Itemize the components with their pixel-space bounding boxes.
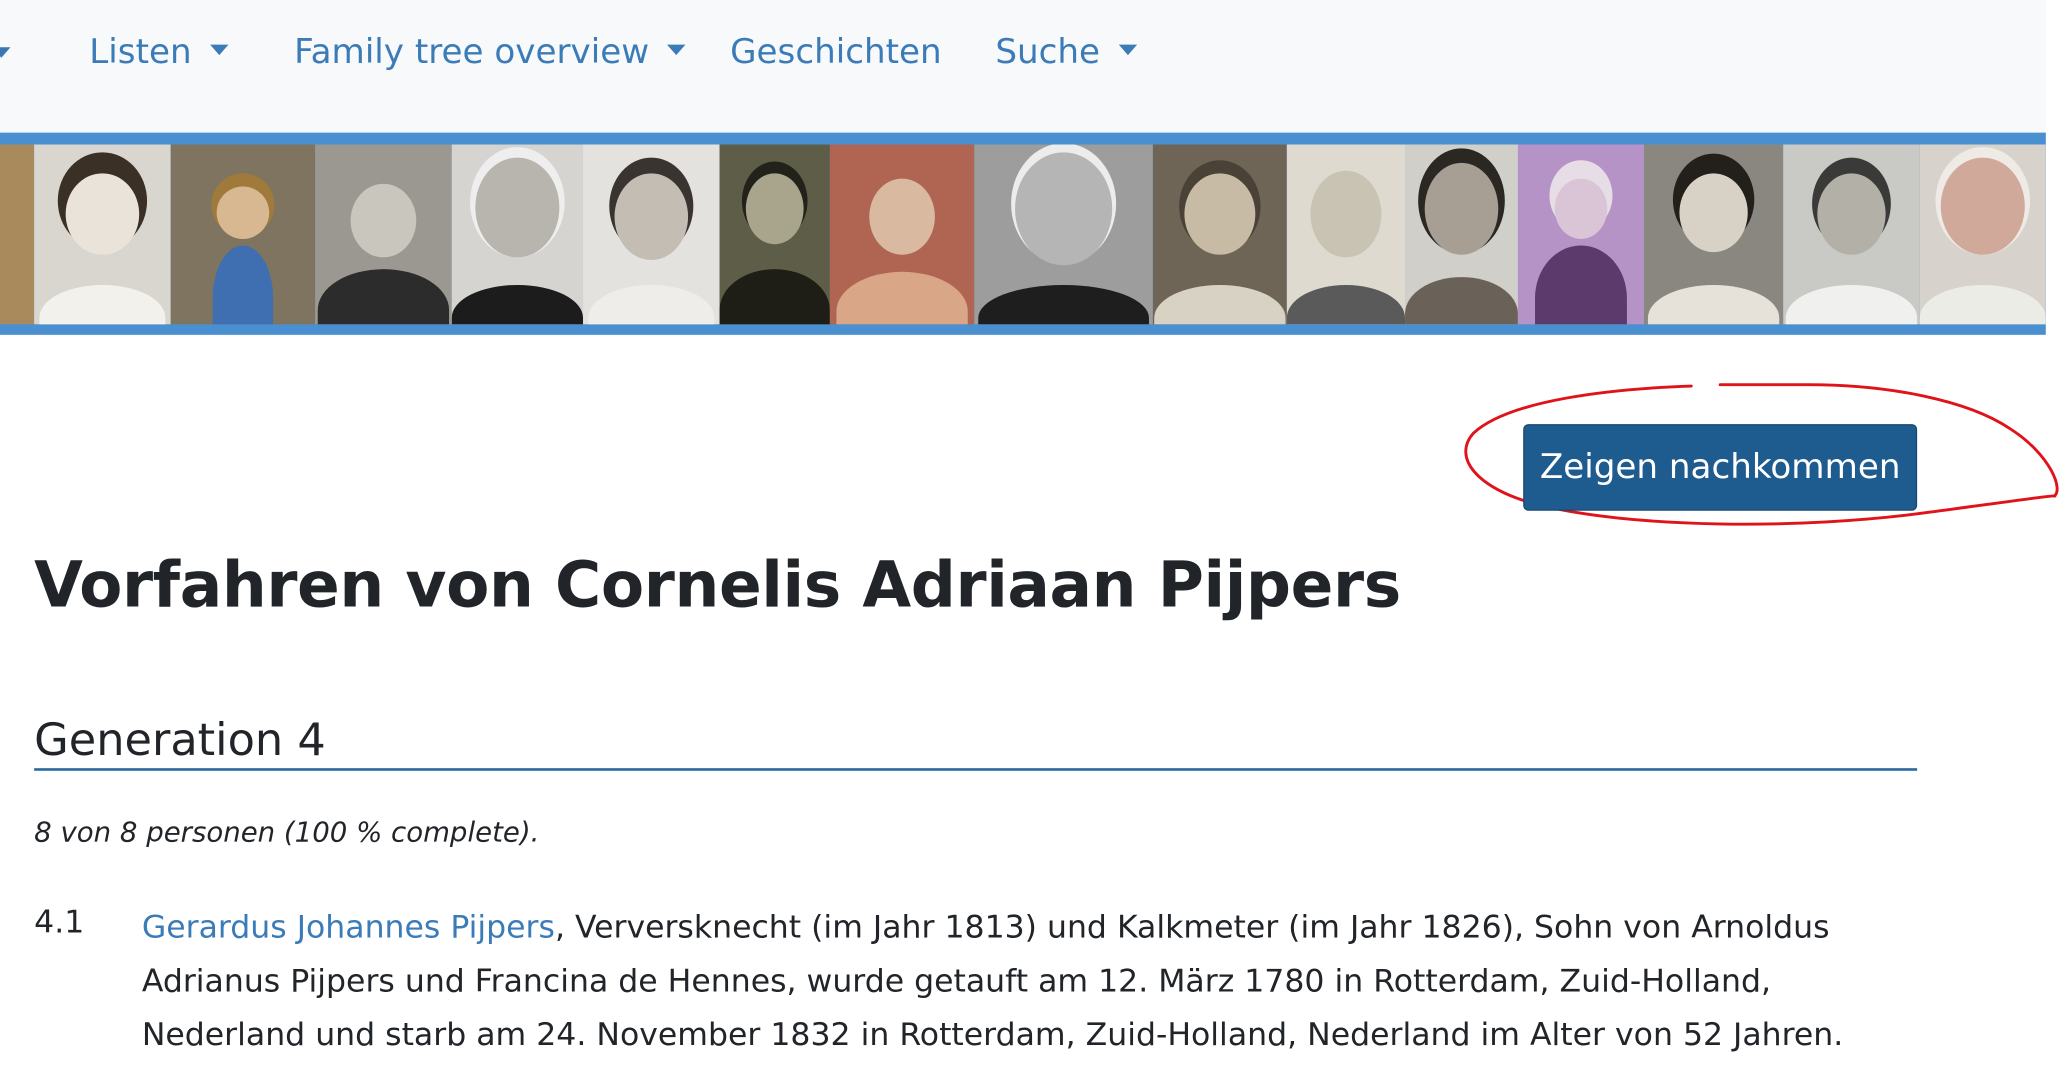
generation-heading: Generation 4: [34, 714, 326, 767]
nav-item-label: Geschichten: [730, 32, 942, 73]
chevron-down-icon[interactable]: [0, 47, 11, 58]
generation-divider: [34, 768, 1918, 771]
portrait-photo: [583, 144, 720, 325]
person-link[interactable]: Gerardus Johannes Pijpers: [142, 909, 555, 946]
nav-item-family-tree-overview[interactable]: Family tree overview: [294, 29, 686, 76]
portrait-photo: [315, 144, 452, 325]
nav-item-label: Suche: [995, 32, 1101, 73]
portrait-photo: [1405, 144, 1518, 325]
portrait-photo: [1919, 144, 2046, 325]
portrait-photo: [1783, 144, 1920, 325]
page-title: Vorfahren von Cornelis Adriaan Pijpers: [34, 548, 1401, 623]
portrait-photo: [0, 144, 35, 325]
portrait-photo: [170, 144, 316, 325]
nav-item-suche[interactable]: Suche: [995, 29, 1137, 76]
ancestor-entry: Gerardus Johannes Pijpers, Verversknecht…: [142, 901, 1888, 1063]
portrait-photo: [1517, 144, 1645, 325]
portrait-banner: [0, 132, 2046, 335]
entry-number: 4.1: [34, 903, 85, 941]
show-descendants-button[interactable]: Zeigen nachkommen: [1523, 424, 1918, 511]
nav-item-listen[interactable]: Listen: [89, 29, 229, 76]
main-navbar: Listen Family tree overview Geschichten …: [0, 0, 2046, 133]
portrait-photo: [34, 144, 171, 325]
chevron-down-icon: [667, 44, 686, 56]
portrait-photo: [719, 144, 830, 325]
portrait-photo: [1152, 144, 1287, 325]
chevron-down-icon: [210, 44, 229, 56]
portrait-photo: [1644, 144, 1784, 325]
nav-item-geschichten[interactable]: Geschichten: [730, 29, 942, 76]
generation-summary: 8 von 8 personen (100 % complete).: [34, 816, 540, 849]
portrait-photo: [829, 144, 975, 325]
portrait-photo: [451, 144, 584, 325]
portrait-photo: [974, 144, 1153, 325]
chevron-down-icon: [1118, 44, 1137, 56]
portrait-photo: [1286, 144, 1406, 325]
portrait-strip: [0, 144, 2046, 325]
nav-item-label: Listen: [89, 32, 192, 73]
nav-item-label: Family tree overview: [294, 32, 650, 73]
